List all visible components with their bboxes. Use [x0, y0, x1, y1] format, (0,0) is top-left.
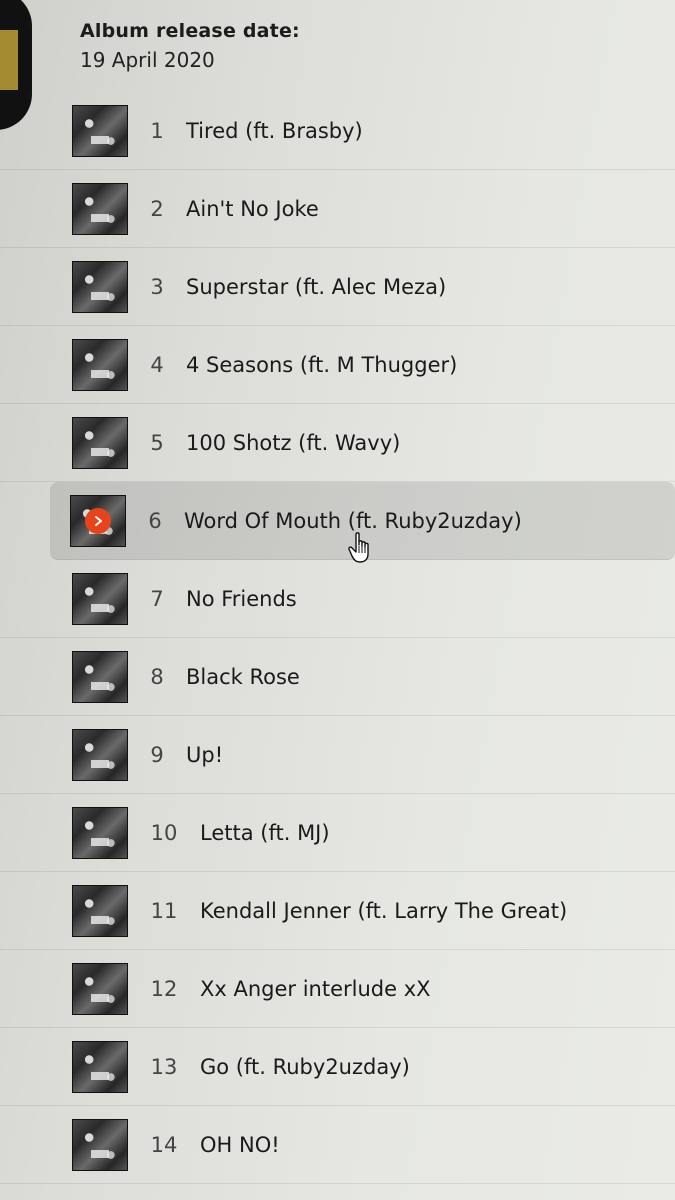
release-info: Album release date: 19 April 2020 [80, 20, 300, 72]
track-title[interactable]: 100 Shotz (ft. Wavy) [186, 431, 400, 455]
track-cover-thumbnail[interactable] [72, 962, 128, 1015]
track-cover-thumbnail[interactable] [72, 884, 128, 937]
album-page: Album release date: 19 April 2020 1 Tire… [0, 0, 675, 1200]
track-row[interactable]: 11 Kendall Jenner (ft. Larry The Great) [0, 872, 675, 950]
track-row[interactable]: 2 Ain't No Joke [0, 170, 675, 248]
track-title[interactable]: Black Rose [186, 665, 300, 689]
track-title[interactable]: Kendall Jenner (ft. Larry The Great) [200, 899, 567, 923]
play-icon [95, 515, 102, 526]
track-row[interactable]: 10 Letta (ft. MJ) [0, 794, 675, 872]
track-number: 6 [148, 508, 162, 533]
track-row[interactable]: 8 Black Rose [0, 638, 675, 716]
track-row[interactable]: 13 Go (ft. Ruby2uzday) [0, 1028, 675, 1106]
track-title[interactable]: OH NO! [200, 1133, 280, 1157]
track-number: 12 [150, 976, 178, 1001]
track-title[interactable]: Up! [186, 743, 223, 767]
track-cover-thumbnail[interactable] [72, 728, 128, 781]
track-number: 7 [150, 586, 164, 611]
track-row[interactable]: 14 OH NO! [0, 1106, 675, 1184]
track-title[interactable]: Ain't No Joke [186, 197, 319, 221]
track-number: 4 [150, 352, 164, 377]
track-number: 5 [150, 430, 164, 455]
track-title[interactable]: Go (ft. Ruby2uzday) [200, 1055, 410, 1079]
track-cover-thumbnail[interactable] [72, 104, 128, 157]
track-list: 1 Tired (ft. Brasby) 2 Ain't No Joke 3 S… [0, 92, 675, 1184]
track-cover-thumbnail[interactable] [72, 182, 128, 235]
track-title[interactable]: Word Of Mouth (ft. Ruby2uzday) [184, 509, 522, 533]
track-number: 13 [150, 1054, 178, 1079]
track-number: 11 [150, 898, 178, 923]
track-cover-thumbnail[interactable] [70, 494, 126, 547]
track-title[interactable]: Superstar (ft. Alec Meza) [186, 275, 446, 299]
track-title[interactable]: Xx Anger interlude xX [200, 977, 431, 1001]
track-cover-thumbnail[interactable] [72, 572, 128, 625]
track-row[interactable]: 12 Xx Anger interlude xX [0, 950, 675, 1028]
track-cover-thumbnail[interactable] [72, 338, 128, 391]
track-row[interactable]: 3 Superstar (ft. Alec Meza) [0, 248, 675, 326]
track-row[interactable]: 9 Up! [0, 716, 675, 794]
track-row[interactable]: 5 100 Shotz (ft. Wavy) [0, 404, 675, 482]
track-cover-thumbnail[interactable] [72, 650, 128, 703]
track-row[interactable]: 7 No Friends [0, 560, 675, 638]
track-number: 2 [150, 196, 164, 221]
track-title[interactable]: No Friends [186, 587, 297, 611]
track-number: 14 [150, 1132, 178, 1157]
track-cover-thumbnail[interactable] [72, 260, 128, 313]
track-row[interactable]: 4 4 Seasons (ft. M Thugger) [0, 326, 675, 404]
track-cover-thumbnail[interactable] [72, 1118, 128, 1171]
track-cover-thumbnail[interactable] [72, 416, 128, 469]
track-cover-thumbnail[interactable] [72, 1040, 128, 1093]
release-date-value: 19 April 2020 [80, 48, 215, 72]
track-number: 10 [150, 820, 178, 845]
track-row[interactable]: 1 Tired (ft. Brasby) [0, 92, 675, 170]
track-title[interactable]: Letta (ft. MJ) [200, 821, 330, 845]
track-number: 8 [150, 664, 164, 689]
release-date-label: Album release date: [80, 20, 300, 42]
track-number: 9 [150, 742, 164, 767]
track-title[interactable]: 4 Seasons (ft. M Thugger) [186, 353, 457, 377]
track-cover-thumbnail[interactable] [72, 806, 128, 859]
track-number: 1 [150, 118, 164, 143]
play-button[interactable] [85, 507, 111, 534]
hand-pointer-icon [348, 532, 369, 563]
track-title[interactable]: Tired (ft. Brasby) [186, 119, 363, 143]
track-number: 3 [150, 274, 164, 299]
